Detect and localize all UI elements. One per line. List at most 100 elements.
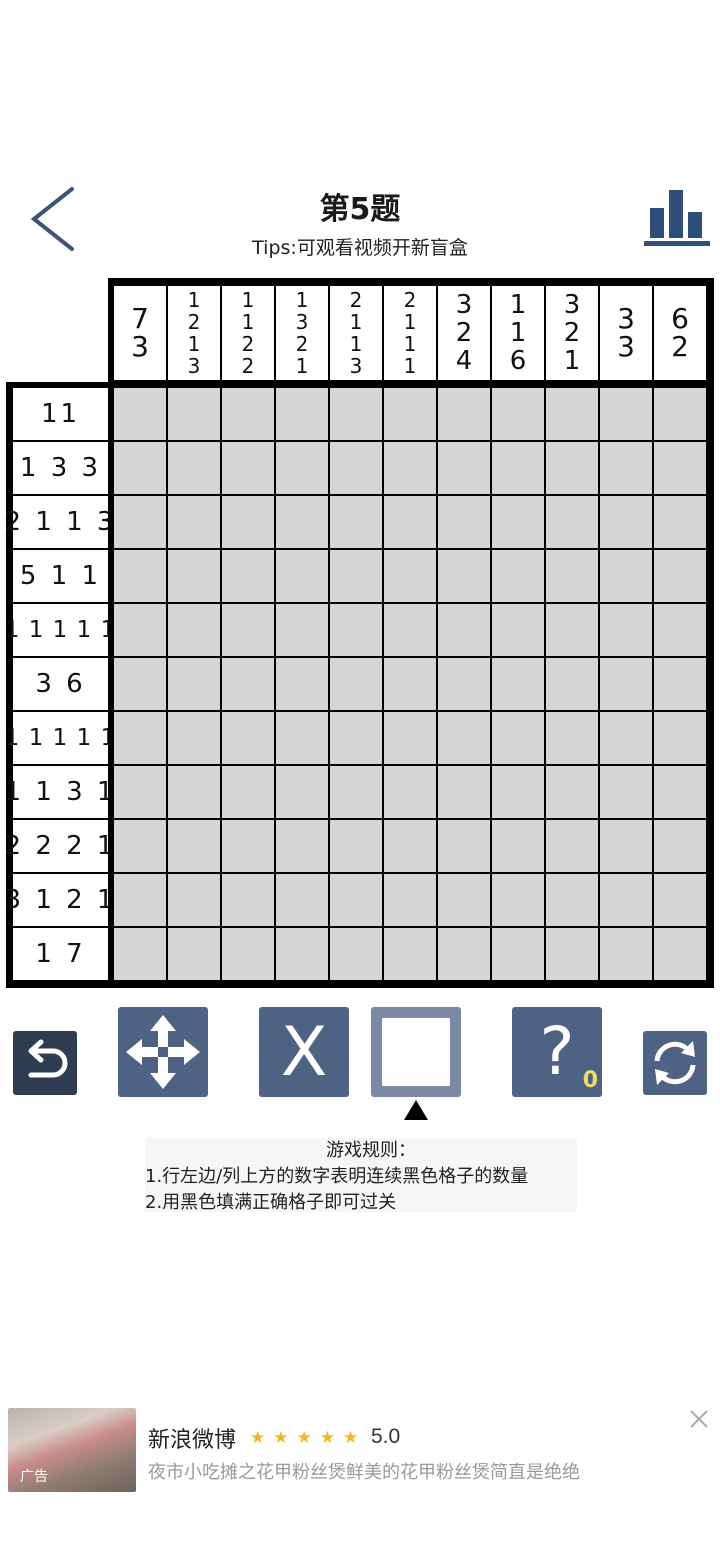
grid-cell[interactable] — [600, 388, 652, 440]
grid-cell[interactable] — [114, 928, 166, 980]
grid-cell[interactable] — [168, 712, 220, 764]
grid-cell[interactable] — [654, 820, 706, 872]
grid-cell[interactable] — [438, 496, 490, 548]
grid-cell[interactable] — [384, 604, 436, 656]
grid-cell[interactable] — [546, 442, 598, 494]
grid-cell[interactable] — [276, 604, 328, 656]
ad-thumbnail[interactable]: 广告 — [8, 1408, 136, 1492]
grid-cell[interactable] — [222, 496, 274, 548]
grid-cell[interactable] — [438, 712, 490, 764]
refresh-button[interactable] — [643, 1031, 707, 1095]
grid-cell[interactable] — [114, 820, 166, 872]
grid-cell[interactable] — [546, 820, 598, 872]
grid-cell[interactable] — [654, 496, 706, 548]
grid-cell[interactable] — [168, 658, 220, 710]
hint-button[interactable]: ? 0 — [512, 1007, 602, 1097]
grid-cell[interactable] — [492, 874, 544, 926]
grid-cell[interactable] — [438, 442, 490, 494]
grid-cell[interactable] — [330, 550, 382, 602]
grid-cell[interactable] — [384, 874, 436, 926]
grid-cell[interactable] — [276, 442, 328, 494]
grid-cell[interactable] — [222, 658, 274, 710]
grid-cell[interactable] — [384, 442, 436, 494]
grid-cell[interactable] — [276, 496, 328, 548]
grid-cell[interactable] — [438, 604, 490, 656]
grid-cell[interactable] — [492, 496, 544, 548]
grid-cell[interactable] — [114, 658, 166, 710]
ad-banner[interactable]: 广告 新浪微博 ★★★★★ 5.0 夜市小吃摊之花甲粉丝煲鲜美的花甲粉丝煲简直是… — [0, 1400, 720, 1500]
fill-button[interactable] — [371, 1007, 461, 1097]
grid-cell[interactable] — [384, 388, 436, 440]
grid-cell[interactable] — [600, 820, 652, 872]
grid-cell[interactable] — [222, 820, 274, 872]
grid-cell[interactable] — [384, 550, 436, 602]
grid-cell[interactable] — [276, 550, 328, 602]
grid-cell[interactable] — [654, 712, 706, 764]
grid-cell[interactable] — [384, 928, 436, 980]
grid-cell[interactable] — [330, 442, 382, 494]
grid-cell[interactable] — [492, 766, 544, 818]
grid-cell[interactable] — [600, 496, 652, 548]
grid-cell[interactable] — [168, 928, 220, 980]
grid-cell[interactable] — [222, 712, 274, 764]
grid-cell[interactable] — [330, 712, 382, 764]
grid-cell[interactable] — [114, 766, 166, 818]
grid-cell[interactable] — [438, 820, 490, 872]
grid-cell[interactable] — [168, 550, 220, 602]
stats-button[interactable] — [642, 186, 712, 250]
grid-cell[interactable] — [168, 874, 220, 926]
undo-button[interactable] — [13, 1031, 77, 1095]
grid-cell[interactable] — [654, 550, 706, 602]
grid-cell[interactable] — [546, 388, 598, 440]
grid-cell[interactable] — [654, 442, 706, 494]
grid-cell[interactable] — [330, 658, 382, 710]
grid-cell[interactable] — [222, 874, 274, 926]
grid-cell[interactable] — [222, 604, 274, 656]
grid-cell[interactable] — [168, 496, 220, 548]
grid-cell[interactable] — [492, 658, 544, 710]
grid-cell[interactable] — [600, 658, 652, 710]
grid-cell[interactable] — [330, 604, 382, 656]
grid-cell[interactable] — [276, 874, 328, 926]
grid-cell[interactable] — [222, 388, 274, 440]
grid-cell[interactable] — [438, 550, 490, 602]
grid-cell[interactable] — [276, 712, 328, 764]
grid-cell[interactable] — [438, 928, 490, 980]
grid-cell[interactable] — [492, 604, 544, 656]
grid-cell[interactable] — [222, 442, 274, 494]
grid-cell[interactable] — [384, 496, 436, 548]
grid-cell[interactable] — [546, 550, 598, 602]
grid-cell[interactable] — [600, 550, 652, 602]
grid-cell[interactable] — [600, 712, 652, 764]
grid-cell[interactable] — [546, 712, 598, 764]
grid-cell[interactable] — [438, 874, 490, 926]
grid-cell[interactable] — [600, 874, 652, 926]
grid-cell[interactable] — [222, 766, 274, 818]
grid-cell[interactable] — [384, 820, 436, 872]
grid-cell[interactable] — [438, 388, 490, 440]
grid-cell[interactable] — [168, 820, 220, 872]
cross-mark-button[interactable]: X — [259, 1007, 349, 1097]
grid-cell[interactable] — [654, 928, 706, 980]
grid-cell[interactable] — [600, 928, 652, 980]
grid-cell[interactable] — [168, 388, 220, 440]
grid-cell[interactable] — [384, 766, 436, 818]
grid-cell[interactable] — [654, 658, 706, 710]
grid-cell[interactable] — [330, 820, 382, 872]
grid-cell[interactable] — [546, 928, 598, 980]
grid-cell[interactable] — [330, 388, 382, 440]
grid-cell[interactable] — [546, 766, 598, 818]
grid-cell[interactable] — [492, 442, 544, 494]
move-button[interactable] — [118, 1007, 208, 1097]
grid-cell[interactable] — [654, 604, 706, 656]
grid-cell[interactable] — [114, 712, 166, 764]
grid-cell[interactable] — [114, 604, 166, 656]
grid-cell[interactable] — [330, 766, 382, 818]
grid-cell[interactable] — [384, 712, 436, 764]
grid-cell[interactable] — [114, 388, 166, 440]
grid-cell[interactable] — [276, 658, 328, 710]
grid-cell[interactable] — [546, 658, 598, 710]
grid-cell[interactable] — [384, 658, 436, 710]
close-icon[interactable] — [688, 1408, 710, 1430]
grid-cell[interactable] — [492, 388, 544, 440]
